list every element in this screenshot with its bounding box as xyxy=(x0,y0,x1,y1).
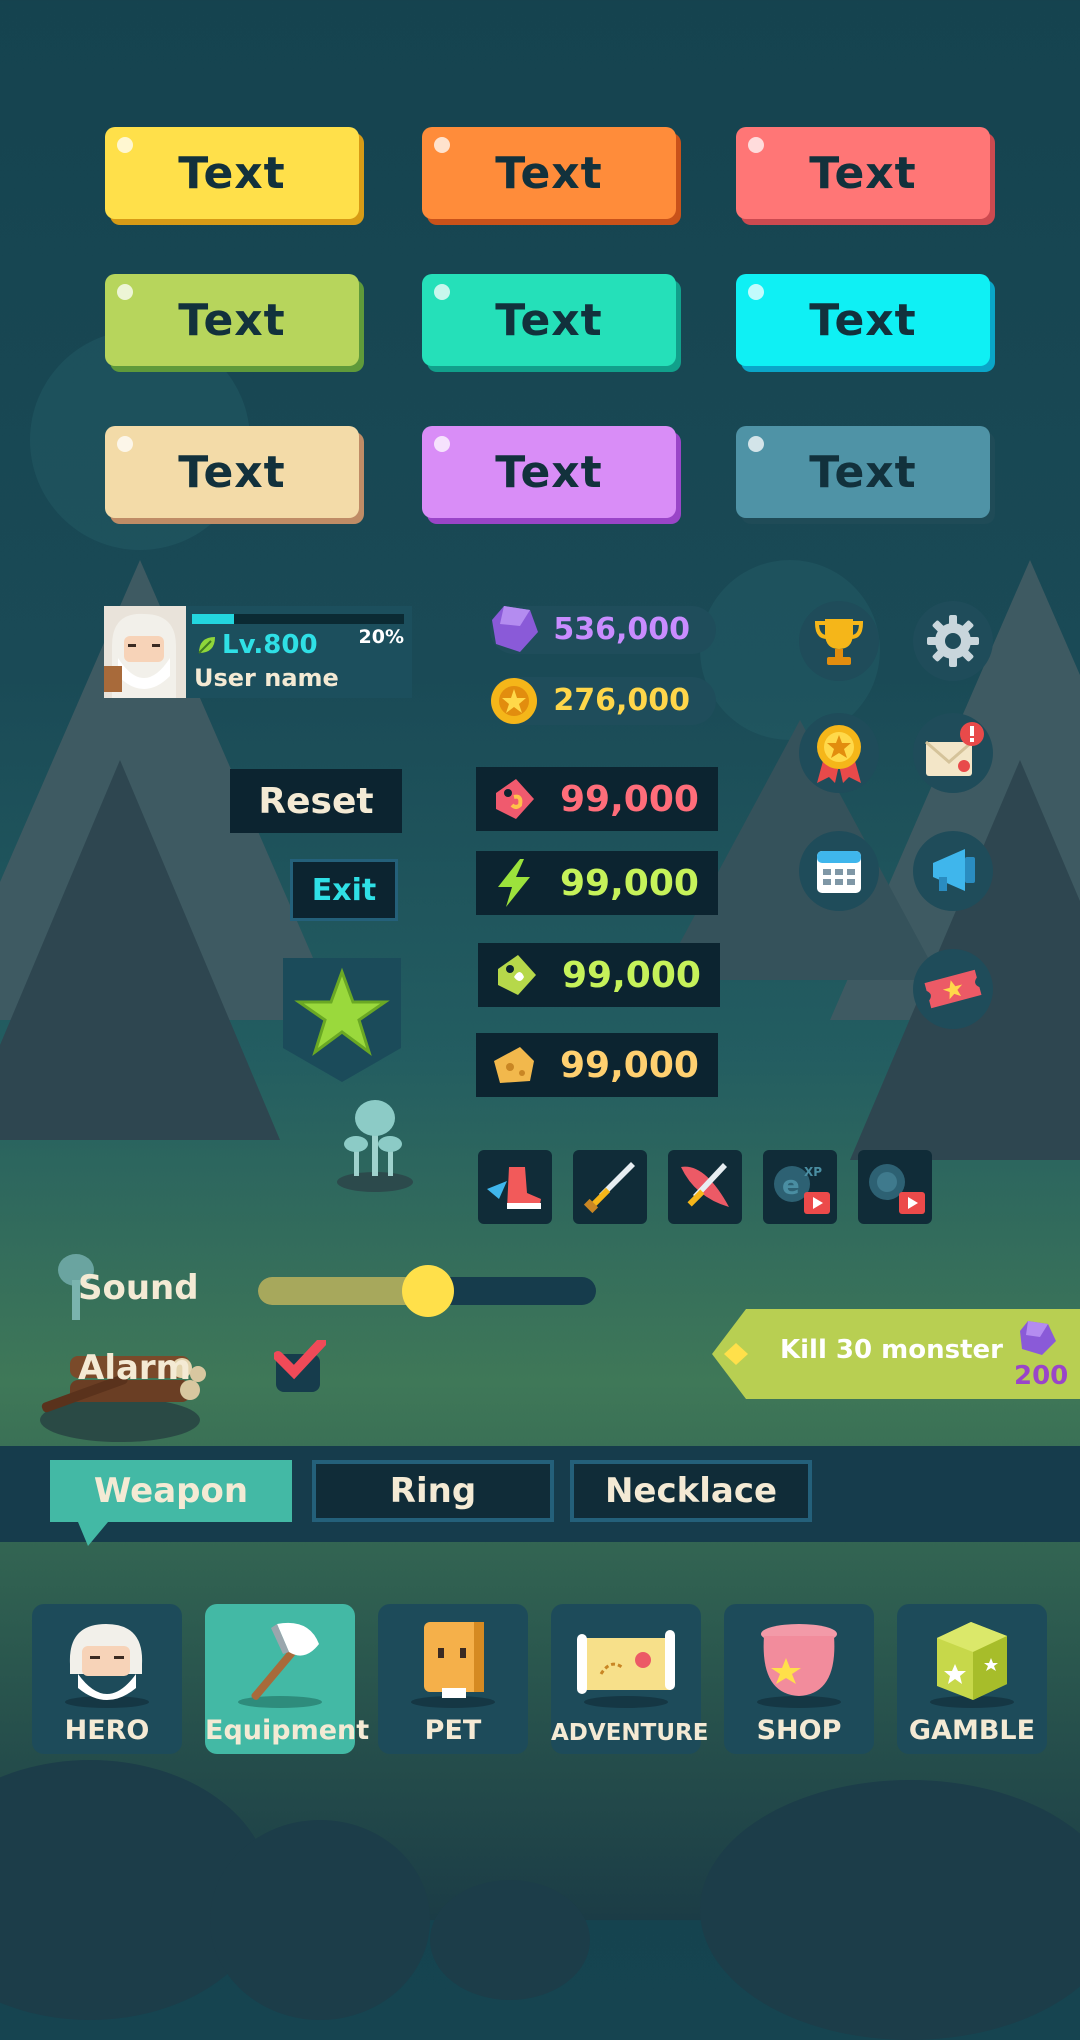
cheese-icon xyxy=(494,1047,534,1083)
coin-counter[interactable]: 276,000 xyxy=(490,677,716,725)
xp-bar xyxy=(192,614,404,624)
xp-percent: 20% xyxy=(358,626,404,648)
alarm-checkbox[interactable] xyxy=(273,1337,327,1392)
green-tag-value: 99,000 xyxy=(562,955,701,996)
quest-banner[interactable]: Kill 30 monster 200 xyxy=(712,1309,1080,1399)
trophy-icon xyxy=(814,619,864,665)
calendar-button[interactable] xyxy=(799,831,879,911)
map-icon xyxy=(577,1630,675,1708)
calendar-icon xyxy=(817,851,861,893)
gem-counter[interactable]: 536,000 xyxy=(490,606,716,654)
nav-pet[interactable]: PET xyxy=(378,1604,528,1754)
tab-ring[interactable]: Ring xyxy=(312,1460,554,1522)
exp-video-icon: e XP xyxy=(774,1165,830,1214)
megaphone-icon xyxy=(933,849,975,891)
purple-text-button[interactable]: Text xyxy=(422,426,676,518)
beige-text-button[interactable]: Text xyxy=(105,426,359,518)
sword-skill[interactable] xyxy=(573,1150,647,1224)
fire-sword-skill-icon xyxy=(681,1163,729,1207)
nav-equipment-label: Equipment xyxy=(205,1715,370,1746)
teal-text-button[interactable]: Text xyxy=(422,274,676,366)
achievement-button[interactable] xyxy=(799,713,879,793)
level-label: Lv.800 xyxy=(222,630,318,660)
medal-icon xyxy=(817,725,861,783)
mail-icon xyxy=(925,722,984,776)
coin-video-skill[interactable] xyxy=(858,1150,932,1224)
tab-weapon[interactable]: Weapon xyxy=(50,1460,292,1522)
cheese-resource[interactable]: 99,000 xyxy=(476,1033,718,1097)
exit-button[interactable]: Exit xyxy=(290,859,398,921)
checkmark-icon xyxy=(273,1337,327,1392)
nav-hero-label: HERO xyxy=(64,1715,150,1746)
nav-equipment[interactable]: Equipment xyxy=(205,1604,370,1754)
leaf-icon xyxy=(198,637,215,654)
energy-resource[interactable]: 99,000 xyxy=(476,851,718,915)
user-name: User name xyxy=(194,664,339,692)
boot-skill-icon xyxy=(487,1167,541,1209)
quest-reward: 200 xyxy=(1014,1361,1069,1391)
boot-skill[interactable] xyxy=(478,1150,552,1224)
slate-text-button[interactable]: Text xyxy=(736,426,990,518)
red-text-button[interactable]: Text xyxy=(736,127,990,219)
nav-shop[interactable]: SHOP xyxy=(724,1604,874,1754)
reset-button[interactable]: Reset xyxy=(230,769,402,833)
star-badge[interactable] xyxy=(283,958,401,1082)
nav-adventure-label: ADVENTURE xyxy=(551,1720,709,1746)
green-tag-resource[interactable]: 99,000 xyxy=(478,943,720,1007)
gem-amount: 536,000 xyxy=(553,612,690,647)
energy-value: 99,000 xyxy=(560,863,699,904)
exp-video-skill[interactable]: e XP xyxy=(763,1150,837,1224)
sound-label: Sound xyxy=(78,1268,199,1308)
tab-necklace[interactable]: Necklace xyxy=(570,1460,812,1522)
star-icon xyxy=(283,958,401,1082)
dice-icon xyxy=(930,1622,1014,1708)
gem-icon xyxy=(492,606,538,652)
trophy-button[interactable] xyxy=(799,601,879,681)
cheese-value: 99,000 xyxy=(560,1045,699,1086)
svg-text:e: e xyxy=(782,1171,800,1201)
mushroom-decoration xyxy=(337,1100,413,1192)
equipment-tabs: Weapon Ring Necklace xyxy=(0,1446,1080,1546)
mail-button[interactable] xyxy=(913,713,993,793)
profile-card[interactable]: Lv.800 20% User name xyxy=(104,606,412,698)
pet-icon xyxy=(411,1622,495,1708)
svg-text:XP: XP xyxy=(804,1165,822,1179)
yellow-text-button[interactable]: Text xyxy=(105,127,359,219)
lime-text-button[interactable]: Text xyxy=(105,274,359,366)
settings-button[interactable] xyxy=(913,601,993,681)
red-tag-value: 99,000 xyxy=(560,779,699,820)
red-tag-icon xyxy=(496,779,534,819)
ticket-icon xyxy=(924,969,982,1009)
hero-avatar xyxy=(104,606,186,698)
coin-amount: 276,000 xyxy=(553,683,690,718)
cyan-text-button[interactable]: Text xyxy=(736,274,990,366)
gear-icon xyxy=(927,615,979,667)
lightning-icon xyxy=(498,859,530,907)
green-tag-icon xyxy=(498,955,536,995)
active-tab-pointer xyxy=(78,1522,108,1546)
quest-text: Kill 30 monster xyxy=(780,1335,1003,1365)
red-tag-resource[interactable]: 99,000 xyxy=(476,767,718,831)
nav-pet-label: PET xyxy=(424,1715,482,1746)
nav-gamble-label: GAMBLE xyxy=(908,1715,1036,1746)
coin-icon xyxy=(491,678,537,724)
fire-sword-skill[interactable] xyxy=(668,1150,742,1224)
nav-hero[interactable]: HERO xyxy=(32,1604,182,1754)
bag-icon xyxy=(757,1624,841,1708)
alarm-label: Alarm xyxy=(78,1348,192,1388)
nav-adventure[interactable]: ADVENTURE xyxy=(551,1604,709,1754)
sound-slider[interactable] xyxy=(258,1265,596,1317)
sword-skill-icon xyxy=(583,1162,635,1214)
coin-video-icon xyxy=(869,1164,925,1214)
gem-icon xyxy=(1020,1321,1056,1355)
axe-icon xyxy=(238,1622,322,1708)
sound-slider-handle[interactable] xyxy=(402,1265,454,1317)
orange-text-button[interactable]: Text xyxy=(422,127,676,219)
announcement-button[interactable] xyxy=(913,831,993,911)
hero-icon xyxy=(65,1624,149,1708)
ticket-button[interactable] xyxy=(913,949,993,1029)
nav-shop-label: SHOP xyxy=(756,1715,842,1746)
nav-gamble[interactable]: GAMBLE xyxy=(897,1604,1047,1754)
